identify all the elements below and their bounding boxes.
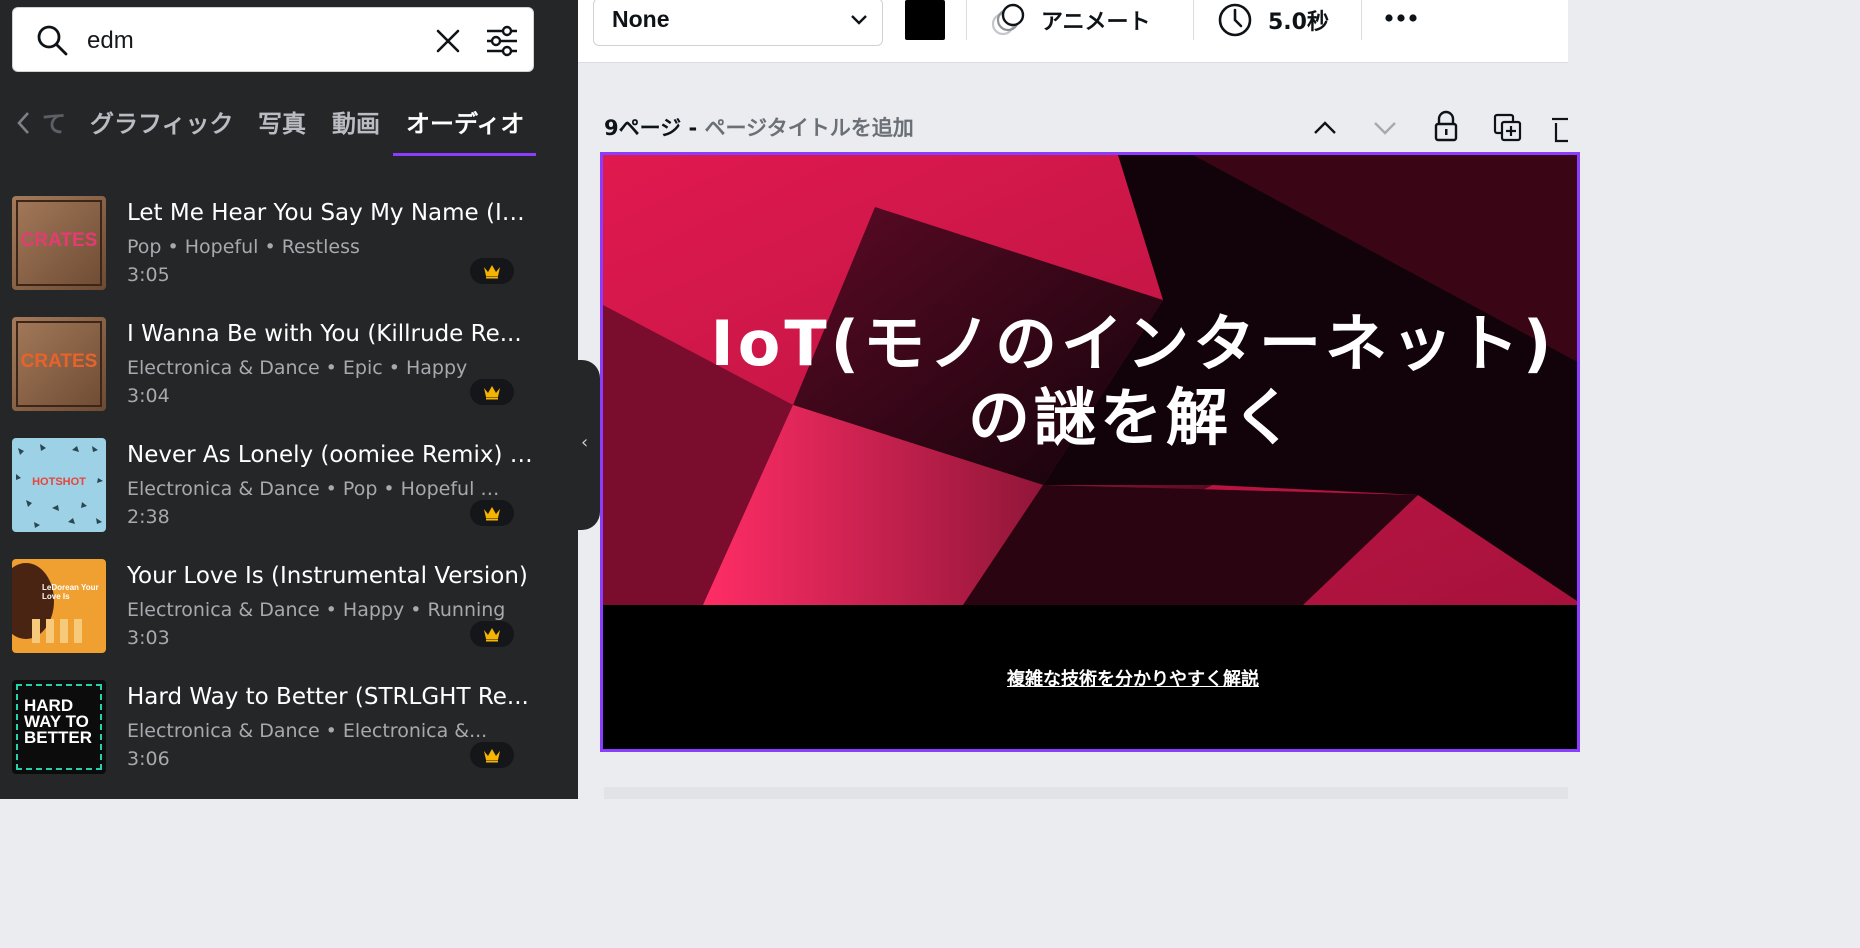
- animate-button[interactable]: アニメート: [1041, 4, 1151, 36]
- filter-icon[interactable]: [485, 24, 519, 58]
- text-color-swatch[interactable]: [905, 0, 945, 40]
- premium-badge: [470, 742, 514, 768]
- album-art-text: CRATES: [20, 230, 98, 251]
- track-duration: 3:06: [127, 748, 170, 770]
- chevron-left-icon: ‹: [581, 432, 589, 453]
- album-art-text: HOTSHOT: [32, 476, 86, 488]
- track-duration: 3:04: [127, 385, 170, 407]
- premium-badge: [470, 379, 514, 405]
- chevron-down-icon[interactable]: [1373, 120, 1397, 136]
- lock-icon[interactable]: [1433, 110, 1459, 142]
- list-item[interactable]: CRATES I Wanna Be with You (Killrude Re.…: [0, 301, 578, 421]
- track-tags: Electronica & Dance • Electronica &...: [127, 720, 488, 742]
- track-tags: Electronica & Dance • Happy • Running: [127, 599, 506, 621]
- clock-icon: [1218, 3, 1252, 37]
- panel-collapse-handle[interactable]: ‹: [578, 360, 600, 530]
- track-tags: Pop • Hopeful • Restless: [127, 236, 360, 258]
- track-duration: 3:03: [127, 627, 170, 649]
- duration-button[interactable]: 5.0秒: [1268, 4, 1329, 36]
- category-tabs: て グラフィック 写真 動画 オーディオ: [0, 92, 578, 156]
- track-title: Your Love Is (Instrumental Version): [127, 563, 528, 589]
- slide-title-line: IoT(モノのインターネット): [710, 307, 1556, 380]
- page-number: 9ページ -: [604, 116, 705, 140]
- side-panel: て グラフィック 写真 動画 オーディオ CRATES Let Me Hear …: [0, 0, 578, 799]
- tab-graphics[interactable]: グラフィック: [90, 104, 234, 139]
- clear-icon[interactable]: [435, 28, 461, 54]
- search-icon: [37, 25, 68, 56]
- slide-subtitle[interactable]: 複雑な技術を分かりやすく解説: [603, 665, 1577, 691]
- album-art: HOTSHOT: [12, 438, 106, 532]
- tab-previous-fragment[interactable]: て: [42, 104, 66, 139]
- slide-title[interactable]: IoT(モノのインターネット) の謎を解く: [603, 307, 1577, 455]
- next-page-edge: [604, 787, 1568, 799]
- search-box[interactable]: [12, 7, 534, 72]
- album-art-text: CRATES: [20, 351, 98, 372]
- slide-page[interactable]: IoT(モノのインターネット) の謎を解く 複雑な技術を分かりやすく解説: [600, 152, 1580, 752]
- page-title-input[interactable]: ページタイトルを追加: [705, 116, 914, 140]
- list-item[interactable]: LeDorean Your Love Is Your Love Is (Inst…: [0, 543, 578, 663]
- crown-icon: [484, 749, 500, 763]
- tab-photos[interactable]: 写真: [258, 104, 306, 139]
- track-tags: Electronica & Dance • Epic • Happy: [127, 357, 468, 379]
- toolbar-divider: [1193, 0, 1194, 40]
- crown-icon: [484, 628, 500, 642]
- list-item[interactable]: HOTSHOT Never As Lonely (oomiee Remix) (…: [0, 422, 578, 542]
- crown-icon: [484, 386, 500, 400]
- tab-active-indicator: [393, 153, 536, 156]
- album-art-text: HARD WAY TO BETTER: [24, 696, 92, 747]
- duplicate-page-icon[interactable]: [1493, 113, 1523, 143]
- track-title: Hard Way to Better (STRLGHT Re...: [127, 684, 529, 710]
- album-art-text: LeDorean Your Love Is: [42, 583, 99, 601]
- premium-badge: [470, 621, 514, 647]
- toolbar-divider: [1361, 0, 1362, 40]
- track-title: Never As Lonely (oomiee Remix) (...: [127, 442, 537, 468]
- page-header: 9ページ - ページタイトルを追加: [604, 112, 914, 142]
- track-duration: 2:38: [127, 506, 170, 528]
- track-title: I Wanna Be with You (Killrude Re...: [127, 321, 522, 347]
- tab-audio[interactable]: オーディオ: [406, 104, 524, 139]
- album-art: LeDorean Your Love Is: [12, 559, 106, 653]
- track-title: Let Me Hear You Say My Name (In...: [127, 200, 537, 226]
- delete-page-icon[interactable]: [1552, 113, 1568, 143]
- album-art: CRATES: [12, 317, 106, 411]
- search-input[interactable]: [85, 22, 409, 60]
- crown-icon: [484, 507, 500, 521]
- editor-toolbar: None アニメート 5.0秒: [578, 0, 1568, 63]
- list-item[interactable]: HARD WAY TO BETTER Hard Way to Better (S…: [0, 664, 578, 784]
- tab-videos[interactable]: 動画: [332, 104, 380, 139]
- list-item[interactable]: CRATES Let Me Hear You Say My Name (In..…: [0, 180, 578, 300]
- track-tags: Electronica & Dance • Pop • Hopeful •...: [127, 478, 507, 500]
- album-art: CRATES: [12, 196, 106, 290]
- animate-icon: [991, 3, 1025, 36]
- album-art: HARD WAY TO BETTER: [12, 680, 106, 774]
- chevron-up-icon[interactable]: [1313, 120, 1337, 136]
- chevron-down-icon: [851, 15, 867, 25]
- track-duration: 3:05: [127, 264, 170, 286]
- font-select-value: None: [612, 6, 670, 32]
- font-select[interactable]: None: [593, 0, 883, 46]
- more-icon[interactable]: [1384, 12, 1418, 24]
- crown-icon: [484, 265, 500, 279]
- toolbar-divider: [966, 0, 967, 40]
- slide-title-line: の謎を解く: [967, 381, 1298, 454]
- premium-badge: [470, 258, 514, 284]
- premium-badge: [470, 500, 514, 526]
- chevron-left-icon[interactable]: [16, 110, 32, 136]
